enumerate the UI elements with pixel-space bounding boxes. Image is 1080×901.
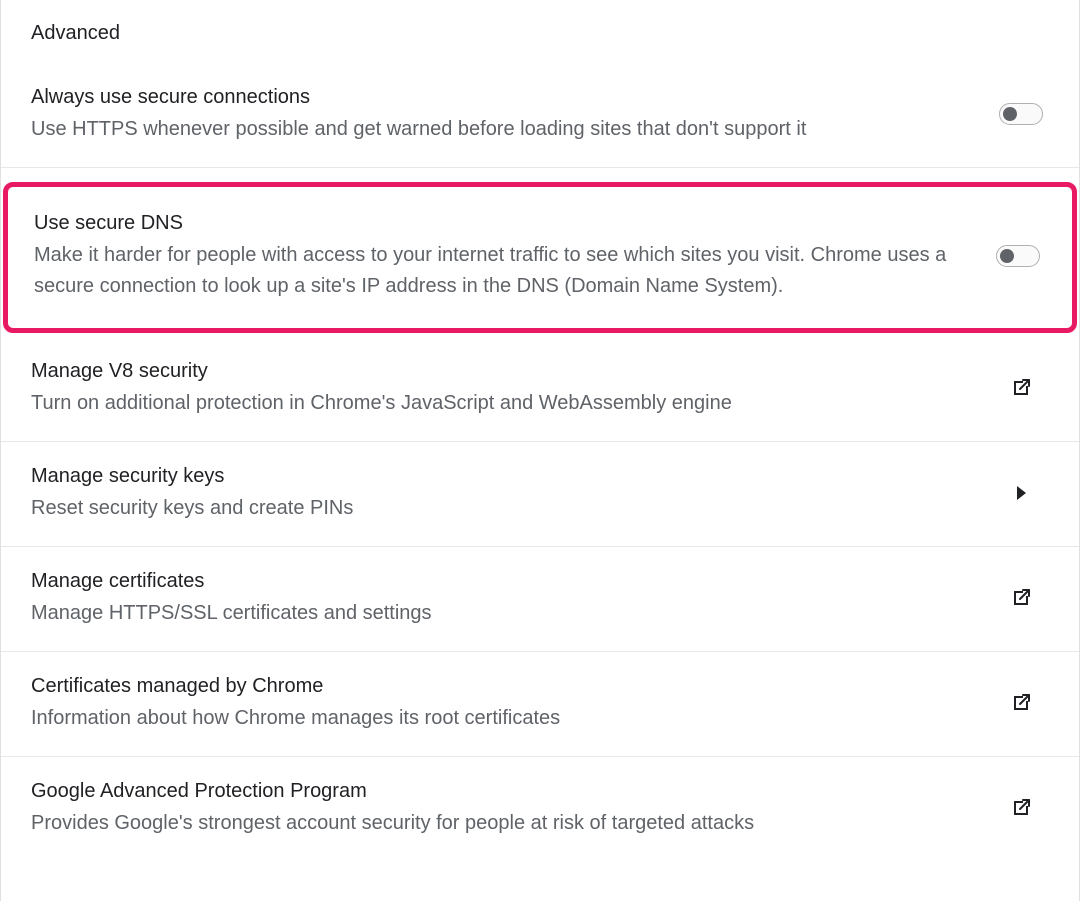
external-link-icon	[1009, 691, 1033, 715]
row-secure-dns: Use secure DNS Make it harder for people…	[8, 187, 1072, 328]
row-description: Use HTTPS whenever possible and get warn…	[31, 114, 953, 145]
row-control	[993, 103, 1049, 125]
toggle-secure-connections[interactable]	[999, 103, 1043, 125]
row-text: Google Advanced Protection Program Provi…	[31, 777, 993, 839]
section-heading-advanced: Advanced	[1, 10, 1079, 63]
row-title: Always use secure connections	[31, 83, 953, 112]
row-description: Turn on additional protection in Chrome'…	[31, 388, 953, 419]
external-link-icon	[1009, 586, 1033, 610]
row-security-keys[interactable]: Manage security keys Reset security keys…	[1, 442, 1079, 547]
row-control	[993, 691, 1049, 715]
highlight-secure-dns: Use secure DNS Make it harder for people…	[3, 182, 1077, 333]
external-link-icon	[1009, 376, 1033, 400]
row-control	[990, 245, 1046, 267]
row-text: Manage V8 security Turn on additional pr…	[31, 357, 993, 419]
row-title: Manage security keys	[31, 462, 953, 491]
row-control	[993, 486, 1049, 500]
row-text: Use secure DNS Make it harder for people…	[34, 209, 990, 302]
toggle-knob	[1003, 107, 1017, 121]
row-title: Use secure DNS	[34, 209, 950, 238]
chevron-right-icon	[1017, 486, 1026, 500]
row-text: Manage certificates Manage HTTPS/SSL cer…	[31, 567, 993, 629]
row-v8-security[interactable]: Manage V8 security Turn on additional pr…	[1, 337, 1079, 442]
row-title: Manage certificates	[31, 567, 953, 596]
row-description: Manage HTTPS/SSL certificates and settin…	[31, 598, 953, 629]
row-text: Certificates managed by Chrome Informati…	[31, 672, 993, 734]
row-google-advanced-protection[interactable]: Google Advanced Protection Program Provi…	[1, 757, 1079, 861]
row-description: Reset security keys and create PINs	[31, 493, 953, 524]
row-control	[993, 376, 1049, 400]
row-description: Provides Google's strongest account secu…	[31, 808, 953, 839]
row-secure-connections: Always use secure connections Use HTTPS …	[1, 63, 1079, 168]
row-description: Information about how Chrome manages its…	[31, 703, 953, 734]
row-description: Make it harder for people with access to…	[34, 240, 950, 302]
row-text: Manage security keys Reset security keys…	[31, 462, 993, 524]
toggle-knob	[1000, 249, 1014, 263]
external-link-icon	[1009, 796, 1033, 820]
row-control	[993, 586, 1049, 610]
advanced-settings-panel: Advanced Always use secure connections U…	[0, 0, 1080, 901]
row-title: Certificates managed by Chrome	[31, 672, 953, 701]
row-certificates[interactable]: Manage certificates Manage HTTPS/SSL cer…	[1, 547, 1079, 652]
row-title: Manage V8 security	[31, 357, 953, 386]
row-control	[993, 796, 1049, 820]
toggle-secure-dns[interactable]	[996, 245, 1040, 267]
row-title: Google Advanced Protection Program	[31, 777, 953, 806]
row-certs-chrome[interactable]: Certificates managed by Chrome Informati…	[1, 652, 1079, 757]
row-text: Always use secure connections Use HTTPS …	[31, 83, 993, 145]
